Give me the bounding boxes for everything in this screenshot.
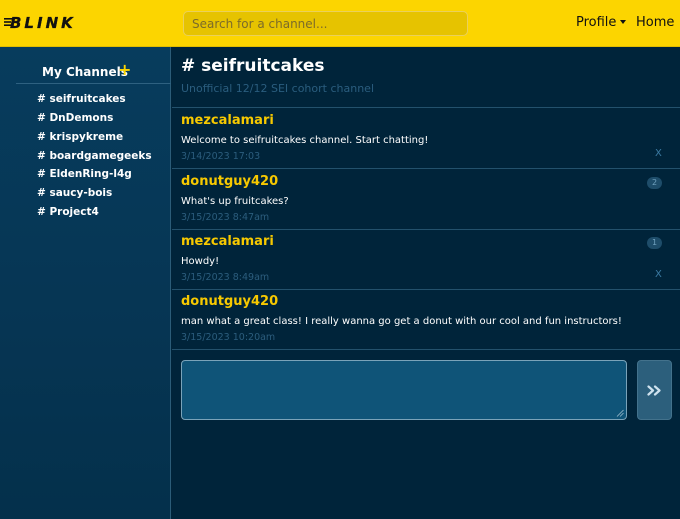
message-username[interactable]: donutguy420	[181, 293, 278, 310]
caret-down-icon	[620, 20, 627, 24]
message-text: man what a great class! I really wanna g…	[181, 316, 622, 327]
message-item: mezcalamari Welcome to seifruitcakes cha…	[172, 109, 680, 169]
sidebar: My Channels + # seifruitcakes # DnDemons…	[0, 47, 171, 519]
sidebar-title: My Channels	[42, 65, 128, 79]
message-input[interactable]	[181, 360, 627, 420]
double-chevron-right-icon	[647, 385, 661, 396]
message-text: Howdy!	[181, 256, 220, 267]
message-item: mezcalamari 1 Howdy! 3/15/2023 8:49am X	[172, 230, 680, 290]
message-item: donutguy420 2 What's up fruitcakes? 3/15…	[172, 170, 680, 230]
reply-count-badge[interactable]: 2	[647, 177, 662, 189]
sidebar-item-project4[interactable]: # Project4	[37, 205, 99, 219]
message-item: donutguy420 man what a great class! I re…	[172, 290, 680, 350]
sidebar-item-krispykreme[interactable]: # krispykreme	[37, 130, 123, 144]
message-timestamp: 3/14/2023 17:03	[181, 151, 261, 162]
sidebar-item-saucy-bois[interactable]: # saucy-bois	[37, 186, 112, 200]
channel-title: # seifruitcakes	[181, 56, 325, 76]
message-timestamp: 3/15/2023 8:49am	[181, 272, 270, 283]
add-channel-button[interactable]: +	[118, 61, 131, 79]
message-timestamp: 3/15/2023 8:47am	[181, 212, 270, 223]
chat-panel: # seifruitcakes Unofficial 12/12 SEI coh…	[172, 47, 680, 519]
send-button[interactable]	[637, 360, 672, 420]
delete-message-button[interactable]: X	[655, 148, 662, 160]
sidebar-item-eldenring-l4g[interactable]: # EldenRing-l4g	[37, 167, 132, 181]
profile-dropdown[interactable]: Profile	[576, 15, 627, 31]
message-username[interactable]: donutguy420	[181, 173, 278, 190]
message-text: What's up fruitcakes?	[181, 196, 289, 207]
delete-message-button[interactable]: X	[655, 269, 662, 281]
channel-search-input[interactable]	[183, 11, 468, 36]
top-navbar: BLINK Profile Home	[0, 0, 680, 47]
sidebar-header: My Channels +	[16, 61, 171, 84]
sidebar-item-seifruitcakes[interactable]: # seifruitcakes	[37, 92, 126, 106]
channel-header: # seifruitcakes Unofficial 12/12 SEI coh…	[172, 47, 680, 108]
message-username[interactable]: mezcalamari	[181, 233, 274, 250]
message-timestamp: 3/15/2023 10:20am	[181, 332, 276, 343]
message-text: Welcome to seifruitcakes channel. Start …	[181, 135, 429, 146]
sidebar-item-dndemons[interactable]: # DnDemons	[37, 111, 113, 125]
reply-count-badge[interactable]: 1	[647, 237, 662, 249]
resize-grip-icon[interactable]	[616, 409, 624, 417]
home-link[interactable]: Home	[636, 15, 674, 31]
message-username[interactable]: mezcalamari	[181, 112, 274, 129]
profile-label: Profile	[576, 15, 617, 30]
channel-description: Unofficial 12/12 SEI cohort channel	[181, 82, 374, 95]
app-logo[interactable]: BLINK	[10, 14, 76, 32]
sidebar-item-boardgamegeeks[interactable]: # boardgamegeeks	[37, 149, 152, 163]
